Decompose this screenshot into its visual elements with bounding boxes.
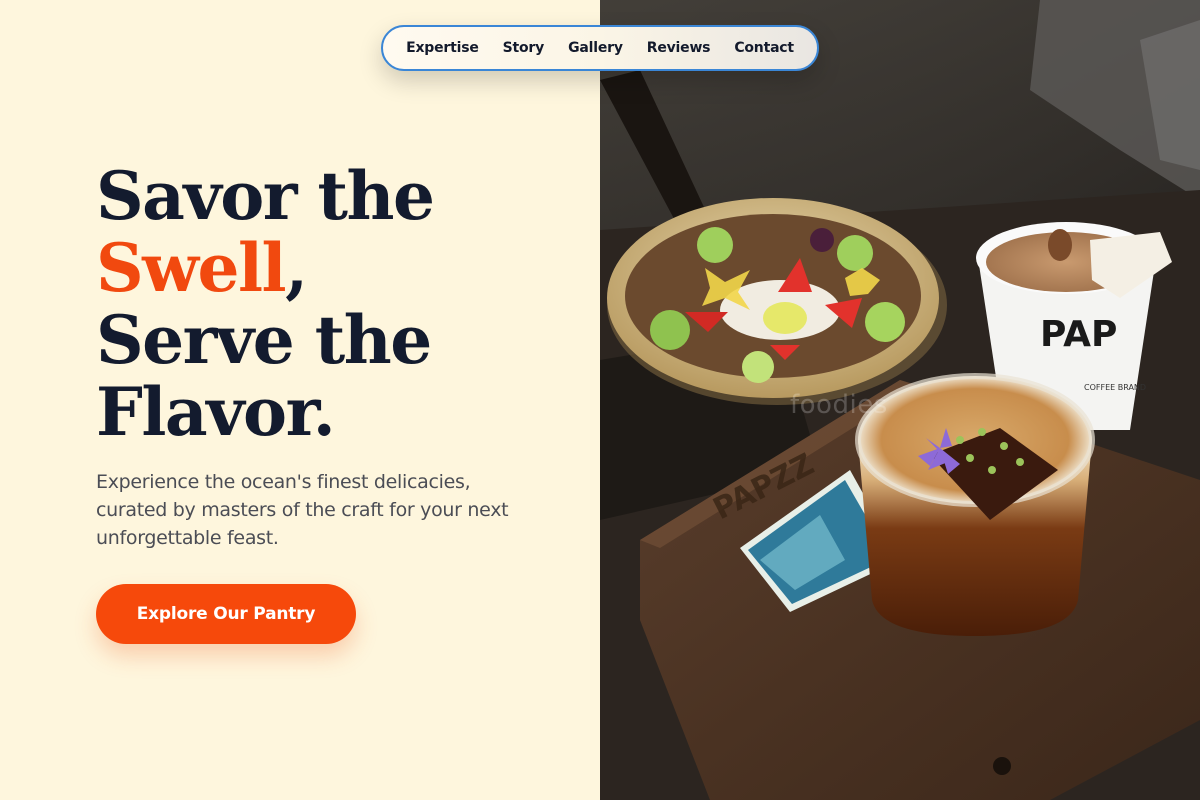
nav-link-gallery[interactable]: Gallery: [568, 40, 623, 56]
headline-line-1: Savor the: [96, 157, 435, 235]
nav-link-reviews[interactable]: Reviews: [647, 40, 711, 56]
nav-link-contact[interactable]: Contact: [734, 40, 794, 56]
explore-pantry-button[interactable]: Explore Our Pantry: [96, 584, 356, 644]
cup-brand-subtext: COFFEE BRAND: [1084, 383, 1146, 392]
nav-link-story[interactable]: Story: [503, 40, 545, 56]
top-navigation: Expertise Story Gallery Reviews Contact: [381, 25, 819, 71]
board-hole: [993, 757, 1011, 775]
hero-food-photo: PAPZZ PAP COFFEE BRAND foodies: [600, 0, 1200, 800]
iced-drink-glass: [855, 373, 1095, 636]
headline-line-3: Serve the: [96, 301, 432, 379]
cup-brand-text: PAP: [1040, 314, 1117, 355]
headline-accent-word: Swell: [96, 229, 287, 307]
hero-headline: Savor the Swell, Serve the Flavor.: [96, 160, 536, 448]
hero-subtext: Experience the ocean's finest delicacies…: [96, 471, 509, 549]
headline-line-4: Flavor.: [96, 373, 336, 451]
food-photo-illustration: PAPZZ PAP COFFEE BRAND: [600, 0, 1200, 800]
photo-watermark: foodies: [790, 390, 888, 420]
nav-link-expertise[interactable]: Expertise: [406, 40, 479, 56]
headline-comma: ,: [285, 229, 308, 307]
headline-line-2: Swell,: [96, 232, 536, 304]
hero-left-panel: Savor the Swell, Serve the Flavor. Exper…: [0, 0, 600, 800]
